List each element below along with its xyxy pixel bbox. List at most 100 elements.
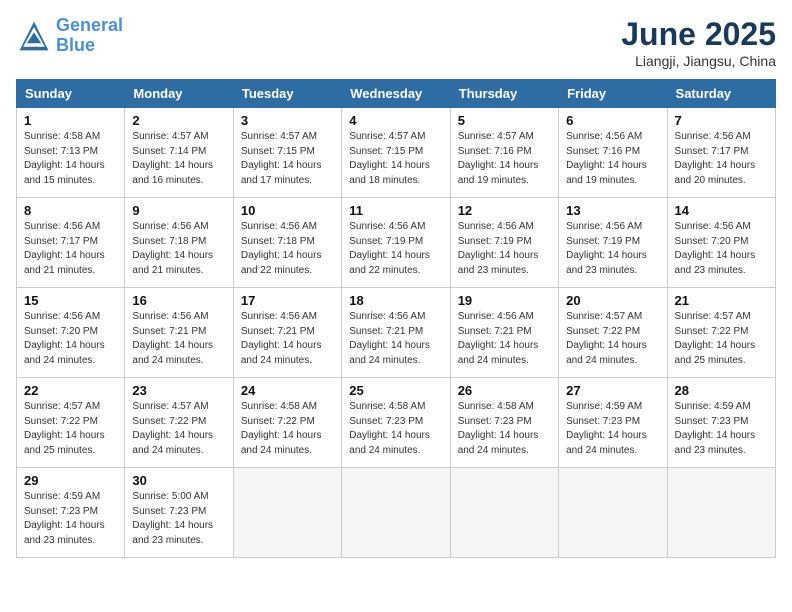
day-info: Sunrise: 4:56 AMSunset: 7:17 PMDaylight:… [24, 220, 117, 278]
day-info: Sunrise: 4:57 AMSunset: 7:15 PMDaylight:… [241, 130, 334, 188]
day-number: 1 [24, 113, 117, 128]
day-info: Sunrise: 4:59 AMSunset: 7:23 PMDaylight:… [24, 490, 117, 548]
day-number: 5 [458, 113, 551, 128]
day-info: Sunrise: 4:56 AMSunset: 7:18 PMDaylight:… [132, 220, 225, 278]
day-info: Sunrise: 4:58 AMSunset: 7:23 PMDaylight:… [458, 400, 551, 458]
calendar-cell: 10 Sunrise: 4:56 AMSunset: 7:18 PMDayligh… [233, 198, 341, 288]
calendar-cell: 19 Sunrise: 4:56 AMSunset: 7:21 PMDayligh… [450, 288, 558, 378]
day-number: 8 [24, 203, 117, 218]
day-info: Sunrise: 4:56 AMSunset: 7:17 PMDaylight:… [675, 130, 768, 188]
logo-line1: General [56, 15, 123, 35]
day-info: Sunrise: 4:56 AMSunset: 7:20 PMDaylight:… [675, 220, 768, 278]
day-number: 21 [675, 293, 768, 308]
calendar-cell: 27 Sunrise: 4:59 AMSunset: 7:23 PMDayligh… [559, 378, 667, 468]
header-row: SundayMondayTuesdayWednesdayThursdayFrid… [17, 80, 776, 108]
day-info: Sunrise: 4:56 AMSunset: 7:16 PMDaylight:… [566, 130, 659, 188]
day-number: 19 [458, 293, 551, 308]
calendar-cell: 30Sunrise: 5:00 AMSunset: 7:23 PMDayligh… [125, 468, 233, 558]
day-info: Sunrise: 4:58 AMSunset: 7:22 PMDaylight:… [241, 400, 334, 458]
calendar-cell: 7 Sunrise: 4:56 AMSunset: 7:17 PMDaylight… [667, 108, 775, 198]
day-info: Sunrise: 4:56 AMSunset: 7:21 PMDaylight:… [458, 310, 551, 368]
calendar-cell: 21 Sunrise: 4:57 AMSunset: 7:22 PMDayligh… [667, 288, 775, 378]
col-header-saturday: Saturday [667, 80, 775, 108]
day-info: Sunrise: 4:59 AMSunset: 7:23 PMDaylight:… [566, 400, 659, 458]
calendar-cell: 28 Sunrise: 4:59 AMSunset: 7:23 PMDayligh… [667, 378, 775, 468]
calendar-cell: 24Sunrise: 4:58 AMSunset: 7:22 PMDayligh… [233, 378, 341, 468]
day-info: Sunrise: 4:56 AMSunset: 7:21 PMDaylight:… [241, 310, 334, 368]
day-number: 13 [566, 203, 659, 218]
calendar-cell: 3 Sunrise: 4:57 AMSunset: 7:15 PMDaylight… [233, 108, 341, 198]
day-number: 27 [566, 383, 659, 398]
day-info: Sunrise: 4:56 AMSunset: 7:21 PMDaylight:… [132, 310, 225, 368]
day-number: 17 [241, 293, 334, 308]
calendar-cell: 22 Sunrise: 4:57 AMSunset: 7:22 PMDayligh… [17, 378, 125, 468]
calendar-week-2: 8 Sunrise: 4:56 AMSunset: 7:17 PMDaylight… [17, 198, 776, 288]
day-info: Sunrise: 4:57 AMSunset: 7:14 PMDaylight:… [132, 130, 225, 188]
calendar-cell [450, 468, 558, 558]
day-info: Sunrise: 4:57 AMSunset: 7:22 PMDaylight:… [132, 400, 225, 458]
day-number: 4 [349, 113, 442, 128]
day-number: 10 [241, 203, 334, 218]
calendar-subtitle: Liangji, Jiangsu, China [621, 53, 776, 69]
title-area: June 2025 Liangji, Jiangsu, China [621, 16, 776, 69]
header: General Blue June 2025 Liangji, Jiangsu,… [16, 16, 776, 69]
calendar-table: SundayMondayTuesdayWednesdayThursdayFrid… [16, 79, 776, 558]
logo-line2: Blue [56, 35, 95, 55]
day-number: 20 [566, 293, 659, 308]
day-number: 18 [349, 293, 442, 308]
day-number: 9 [132, 203, 225, 218]
calendar-cell: 26 Sunrise: 4:58 AMSunset: 7:23 PMDayligh… [450, 378, 558, 468]
calendar-week-1: 1Sunrise: 4:58 AMSunset: 7:13 PMDaylight… [17, 108, 776, 198]
day-info: Sunrise: 4:56 AMSunset: 7:20 PMDaylight:… [24, 310, 117, 368]
calendar-week-4: 22 Sunrise: 4:57 AMSunset: 7:22 PMDayligh… [17, 378, 776, 468]
calendar-cell: 12Sunrise: 4:56 AMSunset: 7:19 PMDayligh… [450, 198, 558, 288]
calendar-cell [559, 468, 667, 558]
day-number: 22 [24, 383, 117, 398]
calendar-cell: 9 Sunrise: 4:56 AMSunset: 7:18 PMDaylight… [125, 198, 233, 288]
day-number: 16 [132, 293, 225, 308]
day-number: 2 [132, 113, 225, 128]
logo-text: General Blue [56, 16, 123, 56]
day-info: Sunrise: 4:57 AMSunset: 7:15 PMDaylight:… [349, 130, 442, 188]
day-info: Sunrise: 4:56 AMSunset: 7:18 PMDaylight:… [241, 220, 334, 278]
day-number: 25 [349, 383, 442, 398]
calendar-cell: 18 Sunrise: 4:56 AMSunset: 7:21 PMDayligh… [342, 288, 450, 378]
calendar-cell: 13 Sunrise: 4:56 AMSunset: 7:19 PMDayligh… [559, 198, 667, 288]
col-header-tuesday: Tuesday [233, 80, 341, 108]
day-info: Sunrise: 5:00 AMSunset: 7:23 PMDaylight:… [132, 490, 225, 548]
day-number: 7 [675, 113, 768, 128]
calendar-cell: 5Sunrise: 4:57 AMSunset: 7:16 PMDaylight… [450, 108, 558, 198]
day-info: Sunrise: 4:57 AMSunset: 7:22 PMDaylight:… [566, 310, 659, 368]
day-number: 15 [24, 293, 117, 308]
calendar-cell: 20 Sunrise: 4:57 AMSunset: 7:22 PMDayligh… [559, 288, 667, 378]
day-info: Sunrise: 4:58 AMSunset: 7:23 PMDaylight:… [349, 400, 442, 458]
day-info: Sunrise: 4:59 AMSunset: 7:23 PMDaylight:… [675, 400, 768, 458]
day-number: 28 [675, 383, 768, 398]
day-info: Sunrise: 4:56 AMSunset: 7:21 PMDaylight:… [349, 310, 442, 368]
calendar-cell: 23Sunrise: 4:57 AMSunset: 7:22 PMDayligh… [125, 378, 233, 468]
calendar-cell: 6 Sunrise: 4:56 AMSunset: 7:16 PMDaylight… [559, 108, 667, 198]
logo: General Blue [16, 16, 123, 56]
calendar-cell [667, 468, 775, 558]
day-number: 14 [675, 203, 768, 218]
calendar-title: June 2025 [621, 16, 776, 53]
calendar-cell [342, 468, 450, 558]
col-header-thursday: Thursday [450, 80, 558, 108]
day-number: 11 [349, 203, 442, 218]
day-info: Sunrise: 4:57 AMSunset: 7:22 PMDaylight:… [675, 310, 768, 368]
col-header-friday: Friday [559, 80, 667, 108]
calendar-week-3: 15 Sunrise: 4:56 AMSunset: 7:20 PMDayligh… [17, 288, 776, 378]
day-number: 26 [458, 383, 551, 398]
calendar-cell: 25 Sunrise: 4:58 AMSunset: 7:23 PMDayligh… [342, 378, 450, 468]
day-info: Sunrise: 4:56 AMSunset: 7:19 PMDaylight:… [566, 220, 659, 278]
col-header-monday: Monday [125, 80, 233, 108]
day-number: 3 [241, 113, 334, 128]
col-header-sunday: Sunday [17, 80, 125, 108]
day-info: Sunrise: 4:57 AMSunset: 7:22 PMDaylight:… [24, 400, 117, 458]
calendar-cell: 16 Sunrise: 4:56 AMSunset: 7:21 PMDayligh… [125, 288, 233, 378]
calendar-cell: 17 Sunrise: 4:56 AMSunset: 7:21 PMDayligh… [233, 288, 341, 378]
calendar-cell [233, 468, 341, 558]
calendar-cell: 11 Sunrise: 4:56 AMSunset: 7:19 PMDayligh… [342, 198, 450, 288]
day-number: 6 [566, 113, 659, 128]
day-info: Sunrise: 4:56 AMSunset: 7:19 PMDaylight:… [349, 220, 442, 278]
